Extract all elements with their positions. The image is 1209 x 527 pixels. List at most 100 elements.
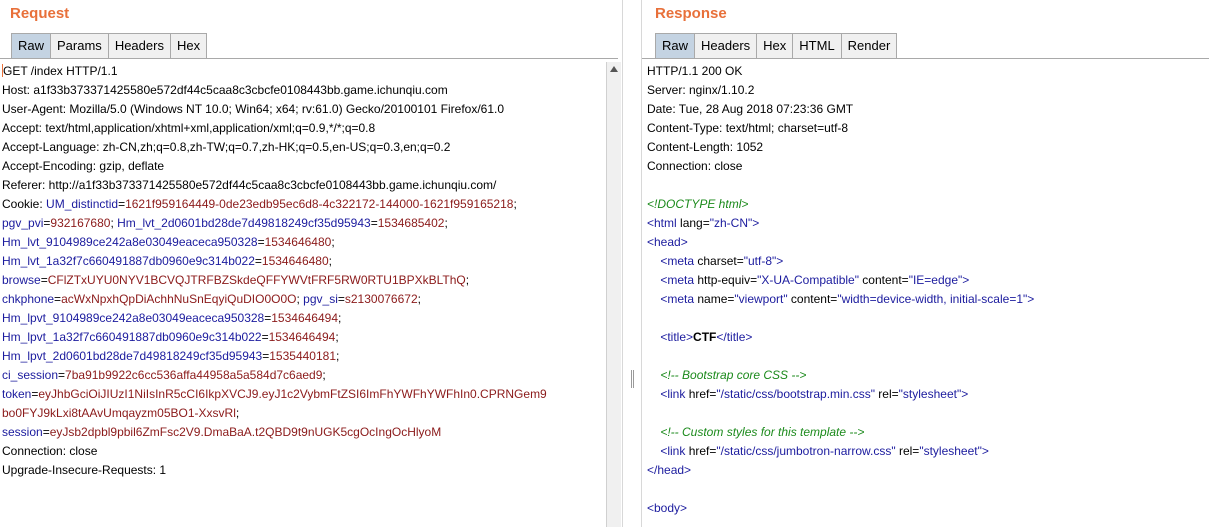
cookie-value: 1534646480	[264, 235, 332, 249]
scroll-up-arrow-icon[interactable]	[610, 66, 618, 72]
cookie-value: acWxNpxhQpDiAchhNuSnEqyiQuDIO0O0O	[61, 292, 297, 306]
html-attr-value: "zh-CN"	[709, 216, 753, 230]
cookie-line: browse=CFlZTxUYU0NYV1BCVQJTRFBZSkdeQFFYW…	[2, 273, 470, 287]
response-header-line: HTTP/1.1 200 OK	[647, 64, 743, 78]
response-body-line: <link href="/static/css/bootstrap.min.cs…	[660, 387, 969, 401]
response-body-line: <!-- Bootstrap core CSS -->	[647, 366, 1207, 385]
request-line: Referer: http://a1f33b373371425580e572df…	[2, 178, 497, 192]
response-body-line: <meta http-equiv="X-UA-Compatible" conte…	[660, 273, 970, 287]
html-tag: <meta	[660, 273, 695, 287]
cookie-value: 1535440181	[269, 349, 336, 363]
pane-splitter[interactable]	[622, 0, 642, 527]
request-line: Host: a1f33b373371425580e572df44c5caa8c3…	[2, 83, 448, 97]
request-line: Accept-Encoding: gzip, deflate	[2, 159, 165, 173]
cookie-value: bo0FYJ9kLxi8tAAvUmqayzm05BO1-XxsvRl	[2, 406, 236, 420]
response-pane: Response Raw Headers Hex HTML Render HTTP/1.…	[642, 0, 1209, 527]
response-tab-hex[interactable]: Hex	[756, 33, 794, 58]
html-tag: <body>	[647, 501, 688, 515]
html-tag: <html	[647, 216, 677, 230]
request-line: Upgrade-Insecure-Requests: 1	[2, 463, 167, 477]
request-line: Connection: close	[2, 444, 98, 458]
html-attr-value: "stylesheet"	[898, 387, 962, 401]
cookie-key: chkphone	[2, 292, 55, 306]
response-editor[interactable]: HTTP/1.1 200 OK Server: nginx/1.10.2 Date:…	[647, 62, 1207, 527]
cookie-value: 932167680	[50, 216, 111, 230]
cookie-key: token	[2, 387, 32, 401]
cookie-label: Cookie:	[2, 197, 47, 211]
response-header-line: Server: nginx/1.10.2	[647, 83, 755, 97]
cookie-key: Hm_lvt_2d0601bd28de7d49818249cf35d95943	[117, 216, 371, 230]
cookie-line: bo0FYJ9kLxi8tAAvUmqayzm05BO1-XxsvRl;	[2, 406, 240, 420]
splitter-grip-icon[interactable]	[631, 370, 634, 388]
cookie-key: Hm_lvt_9104989ce242a8e03049eaceca950328	[2, 235, 258, 249]
response-body-line: <!-- Custom styles for this template -->	[647, 423, 1207, 442]
response-body-line: <meta name="viewport" content="width=dev…	[660, 292, 1035, 306]
cookie-value: CFlZTxUYU0NYV1BCVQJTRFBZSkdeQFFYWVtFRF5R…	[47, 273, 466, 287]
request-tab-hex[interactable]: Hex	[169, 33, 208, 58]
cookie-key: Hm_lpvt_9104989ce242a8e03049eaceca950328	[2, 311, 265, 325]
html-tag: <meta	[660, 292, 695, 306]
response-body-line	[647, 309, 1207, 328]
cookie-value: 1534646494	[268, 330, 336, 344]
html-attr-value: "/static/css/jumbotron-narrow.css"	[716, 444, 896, 458]
response-tab-headers[interactable]: Headers	[694, 33, 758, 58]
cookie-value: s2130076672	[344, 292, 418, 306]
response-header-line: Date: Tue, 28 Aug 2018 07:23:36 GMT	[647, 102, 854, 116]
html-tag: >	[1027, 292, 1035, 306]
response-body-line: <body>	[647, 499, 1207, 518]
response-header-line: Connection: close	[647, 159, 743, 173]
html-tag: >	[981, 444, 989, 458]
cookie-value: eyJhbGciOiJIUzI1NiIsInR5cCI6IkpXVCJ9.eyJ…	[38, 387, 547, 401]
html-attr-value: "width=device-width, initial-scale=1"	[837, 292, 1028, 306]
response-body-line: <meta charset="utf-8">	[660, 254, 784, 268]
response-title: Response	[655, 5, 727, 22]
response-body-line	[647, 176, 1207, 195]
cookie-line: token=eyJhbGciOiJIUzI1NiIsInR5cCI6IkpXVC…	[2, 387, 547, 401]
response-body-line: <title>CTF</title>	[647, 328, 1207, 347]
request-tab-divider	[0, 58, 618, 59]
cookie-line: pgv_pvi=932167680; Hm_lvt_2d0601bd28de7d…	[2, 216, 448, 230]
cookie-value: 1534685402	[377, 216, 445, 230]
request-tabs: Raw Params Headers Hex	[11, 33, 208, 59]
response-body-line: <link href="/static/css/jumbotron-narrow…	[660, 444, 989, 458]
request-line: User-Agent: Mozilla/5.0 (Windows NT 10.0…	[2, 102, 505, 116]
html-comment: <!DOCTYPE html>	[647, 197, 749, 211]
response-tab-render[interactable]: Render	[840, 33, 898, 58]
html-comment: <!-- Bootstrap core CSS -->	[660, 368, 807, 382]
request-line: GET /index HTTP/1.1	[2, 64, 118, 78]
html-attr-value: "stylesheet"	[919, 444, 982, 458]
cookie-line: Hm_lpvt_2d0601bd28de7d49818249cf35d95943…	[2, 349, 340, 363]
response-body-line: <head>	[647, 233, 1207, 252]
response-body-line: <!DOCTYPE html>	[647, 195, 1207, 214]
cookie-line: chkphone=acWxNpxhQpDiAchhNuSnEqyiQuDIO0O…	[2, 292, 421, 306]
html-attr-value: "viewport"	[734, 292, 788, 306]
cookie-key: ci_session	[2, 368, 59, 382]
cookie-value: eyJsb2dpbl9pbil6ZmFsc2V9.DmaBaA.t2QBD9t9…	[49, 425, 442, 439]
cookie-value: 1621f959164449-0de23edb95ec6d8-4c322172-…	[125, 197, 514, 211]
response-body-line	[647, 404, 1207, 423]
text-caret	[2, 64, 3, 77]
request-tab-raw[interactable]: Raw	[11, 33, 52, 58]
response-tabs: Raw Headers Hex HTML Render	[655, 33, 898, 59]
request-tab-params[interactable]: Params	[50, 33, 109, 58]
html-attr-value: "X-UA-Compatible"	[757, 273, 859, 287]
html-tag: >	[961, 387, 969, 401]
response-header-line: Content-Type: text/html; charset=utf-8	[647, 121, 849, 135]
cookie-key: pgv_pvi	[2, 216, 44, 230]
response-tab-html[interactable]: HTML	[792, 33, 842, 58]
html-tag: </title>	[716, 330, 753, 344]
response-body-line: <html lang="zh-CN">	[647, 216, 760, 230]
response-tab-raw[interactable]: Raw	[655, 33, 696, 58]
request-tab-headers[interactable]: Headers	[107, 33, 171, 58]
html-attr-value: "utf-8"	[743, 254, 777, 268]
html-tag: <title>	[660, 330, 694, 344]
cookie-key: Hm_lvt_1a32f7c660491887db0960e9c314b022	[2, 254, 255, 268]
cookie-line: Hm_lvt_1a32f7c660491887db0960e9c314b022=…	[2, 254, 332, 268]
html-tag: <link	[660, 444, 686, 458]
request-editor[interactable]: GET /index HTTP/1.1 Host: a1f33b373371425…	[2, 62, 604, 527]
request-scrollbar[interactable]	[606, 62, 621, 527]
html-tag: >	[962, 273, 970, 287]
cookie-value: 7ba91b9922c6cc536affa44958a5a584d7c6aed9	[65, 368, 323, 382]
cookie-line: Cookie: UM_distinctid=1621f959164449-0de…	[2, 197, 517, 211]
html-attr-value: "IE=edge"	[908, 273, 963, 287]
